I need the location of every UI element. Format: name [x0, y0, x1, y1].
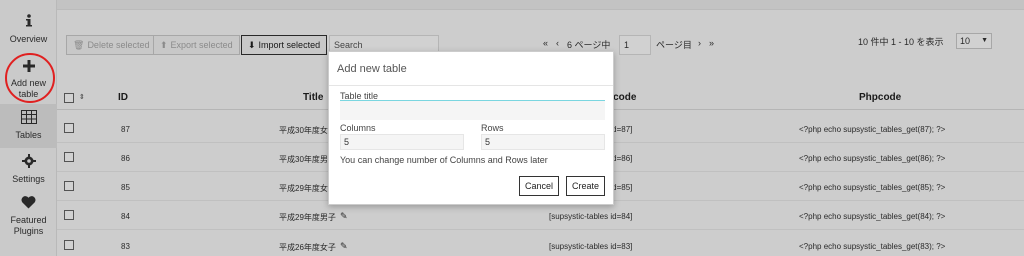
table-title-field[interactable] — [340, 100, 605, 120]
create-button[interactable]: Create — [566, 176, 606, 196]
dialog-hint: You can change number of Columns and Row… — [340, 155, 548, 165]
rows-field[interactable]: 5 — [481, 134, 605, 150]
rows-label: Rows — [481, 123, 504, 133]
columns-field[interactable]: 5 — [340, 134, 464, 150]
add-new-table-dialog: Add new table Table title Columns 5 Rows… — [328, 51, 614, 205]
divider — [329, 85, 613, 86]
cancel-button[interactable]: Cancel — [519, 176, 560, 196]
columns-label: Columns — [340, 123, 376, 133]
dialog-title: Add new table — [337, 63, 407, 75]
